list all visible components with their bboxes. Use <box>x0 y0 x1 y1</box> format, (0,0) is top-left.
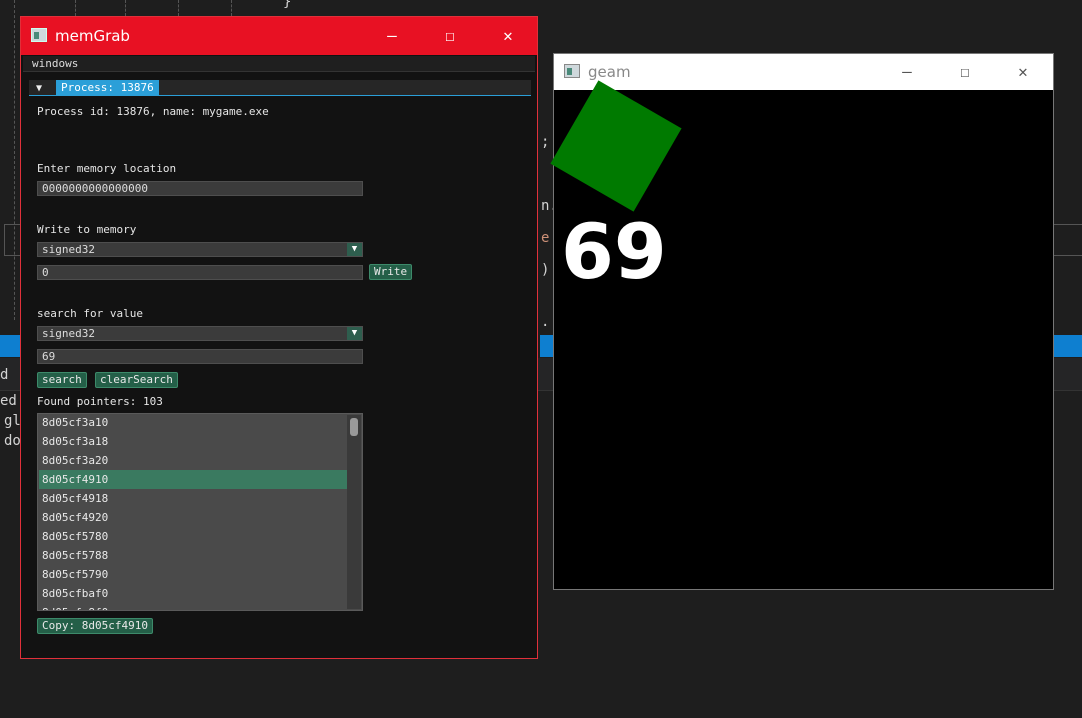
editor-guide-line <box>231 0 232 16</box>
list-item[interactable]: 8d05cf3a10 <box>39 414 347 432</box>
list-item[interactable]: 8d05cf5790 <box>39 565 347 584</box>
editor-box-outline <box>4 224 21 256</box>
terminal-fragment: d <box>0 367 9 383</box>
score-text: 69 <box>561 207 667 296</box>
list-scrollbar[interactable] <box>347 415 361 609</box>
maximize-button[interactable]: ☐ <box>936 54 994 90</box>
geam-window: geam — ☐ ✕ 69 <box>550 53 1054 590</box>
list-item[interactable]: 8d05cfc8f0 <box>39 603 347 610</box>
menu-windows[interactable]: windows <box>23 56 535 72</box>
enter-memory-label: Enter memory location <box>37 162 177 175</box>
process-info: Process id: 13876, name: mygame.exe <box>37 105 269 118</box>
close-button[interactable]: ✕ <box>479 17 537 55</box>
editor-guide-line <box>125 0 126 16</box>
search-type-select[interactable]: signed32 ▼ <box>37 326 363 341</box>
copy-button[interactable]: Copy: 8d05cf4910 <box>37 618 153 634</box>
write-label: Write to memory <box>37 223 137 236</box>
editor-code-fragment: ; <box>541 134 550 150</box>
editor-guide-line <box>14 0 15 320</box>
editor-code-fragment: } <box>283 0 292 10</box>
write-type-value: signed32 <box>42 243 95 256</box>
editor-guide-line <box>178 0 179 16</box>
write-type-select[interactable]: signed32 ▼ <box>37 242 363 257</box>
pointer-list[interactable]: 8d05cf3a10 8d05cf3a18 8d05cf3a20 8d05cf4… <box>37 413 363 611</box>
list-item[interactable]: 8d05cf5780 <box>39 527 347 546</box>
editor-panel-bar <box>540 335 554 357</box>
process-collapsing-header[interactable]: ▼ Process: 13876 <box>29 80 531 96</box>
collapse-arrow-icon[interactable]: ▼ <box>36 83 42 94</box>
geam-titlebar[interactable]: geam — ☐ ✕ <box>554 54 1053 90</box>
memgrab-titlebar[interactable]: memGrab — ☐ ✕ <box>21 17 537 55</box>
found-pointers-label: Found pointers: 103 <box>37 395 163 408</box>
editor-panel-bar <box>1054 335 1082 357</box>
list-item-selected[interactable]: 8d05cf4910 <box>39 470 347 489</box>
list-item[interactable]: 8d05cf5788 <box>39 546 347 565</box>
write-value-input[interactable]: 0 <box>37 265 363 280</box>
app-icon <box>564 64 580 78</box>
memgrab-window: memGrab — ☐ ✕ windows ▼ Process: 13876 P… <box>20 16 538 659</box>
list-item[interactable]: 8d05cf4918 <box>39 489 347 508</box>
editor-guide-line <box>75 0 76 16</box>
search-value-input[interactable]: 69 <box>37 349 363 364</box>
rotating-square <box>550 80 682 212</box>
list-item[interactable]: 8d05cf4920 <box>39 508 347 527</box>
editor-code-fragment: ) <box>541 262 550 278</box>
minimize-button[interactable]: — <box>878 54 936 90</box>
window-title: memGrab <box>55 27 130 45</box>
list-item[interactable]: 8d05cf3a20 <box>39 451 347 470</box>
editor-panel-bar <box>0 335 20 357</box>
write-button[interactable]: Write <box>369 264 413 280</box>
editor-code-fragment: e <box>541 230 550 246</box>
list-item[interactable]: 8d05cfbaf0 <box>39 584 347 603</box>
list-item[interactable]: 8d05cf3a18 <box>39 432 347 451</box>
memory-location-input[interactable]: 0000000000000000 <box>37 181 363 196</box>
close-button[interactable]: ✕ <box>994 54 1052 90</box>
editor-box-outline <box>1054 224 1082 256</box>
app-icon <box>31 28 47 42</box>
dropdown-arrow-icon[interactable]: ▼ <box>347 327 362 340</box>
search-button[interactable]: search <box>37 372 87 388</box>
search-type-value: signed32 <box>42 327 95 340</box>
dropdown-arrow-icon[interactable]: ▼ <box>347 243 362 256</box>
maximize-button[interactable]: ☐ <box>421 17 479 55</box>
minimize-button[interactable]: — <box>363 17 421 55</box>
search-label: search for value <box>37 307 143 320</box>
terminal-fragment: do <box>4 433 21 449</box>
process-tab[interactable]: Process: 13876 <box>56 80 159 95</box>
clear-search-button[interactable]: clearSearch <box>95 372 178 388</box>
editor-code-fragment: . <box>541 314 550 330</box>
terminal-fragment: gl <box>4 413 21 429</box>
scrollbar-thumb[interactable] <box>350 418 358 436</box>
window-title: geam <box>588 63 631 81</box>
